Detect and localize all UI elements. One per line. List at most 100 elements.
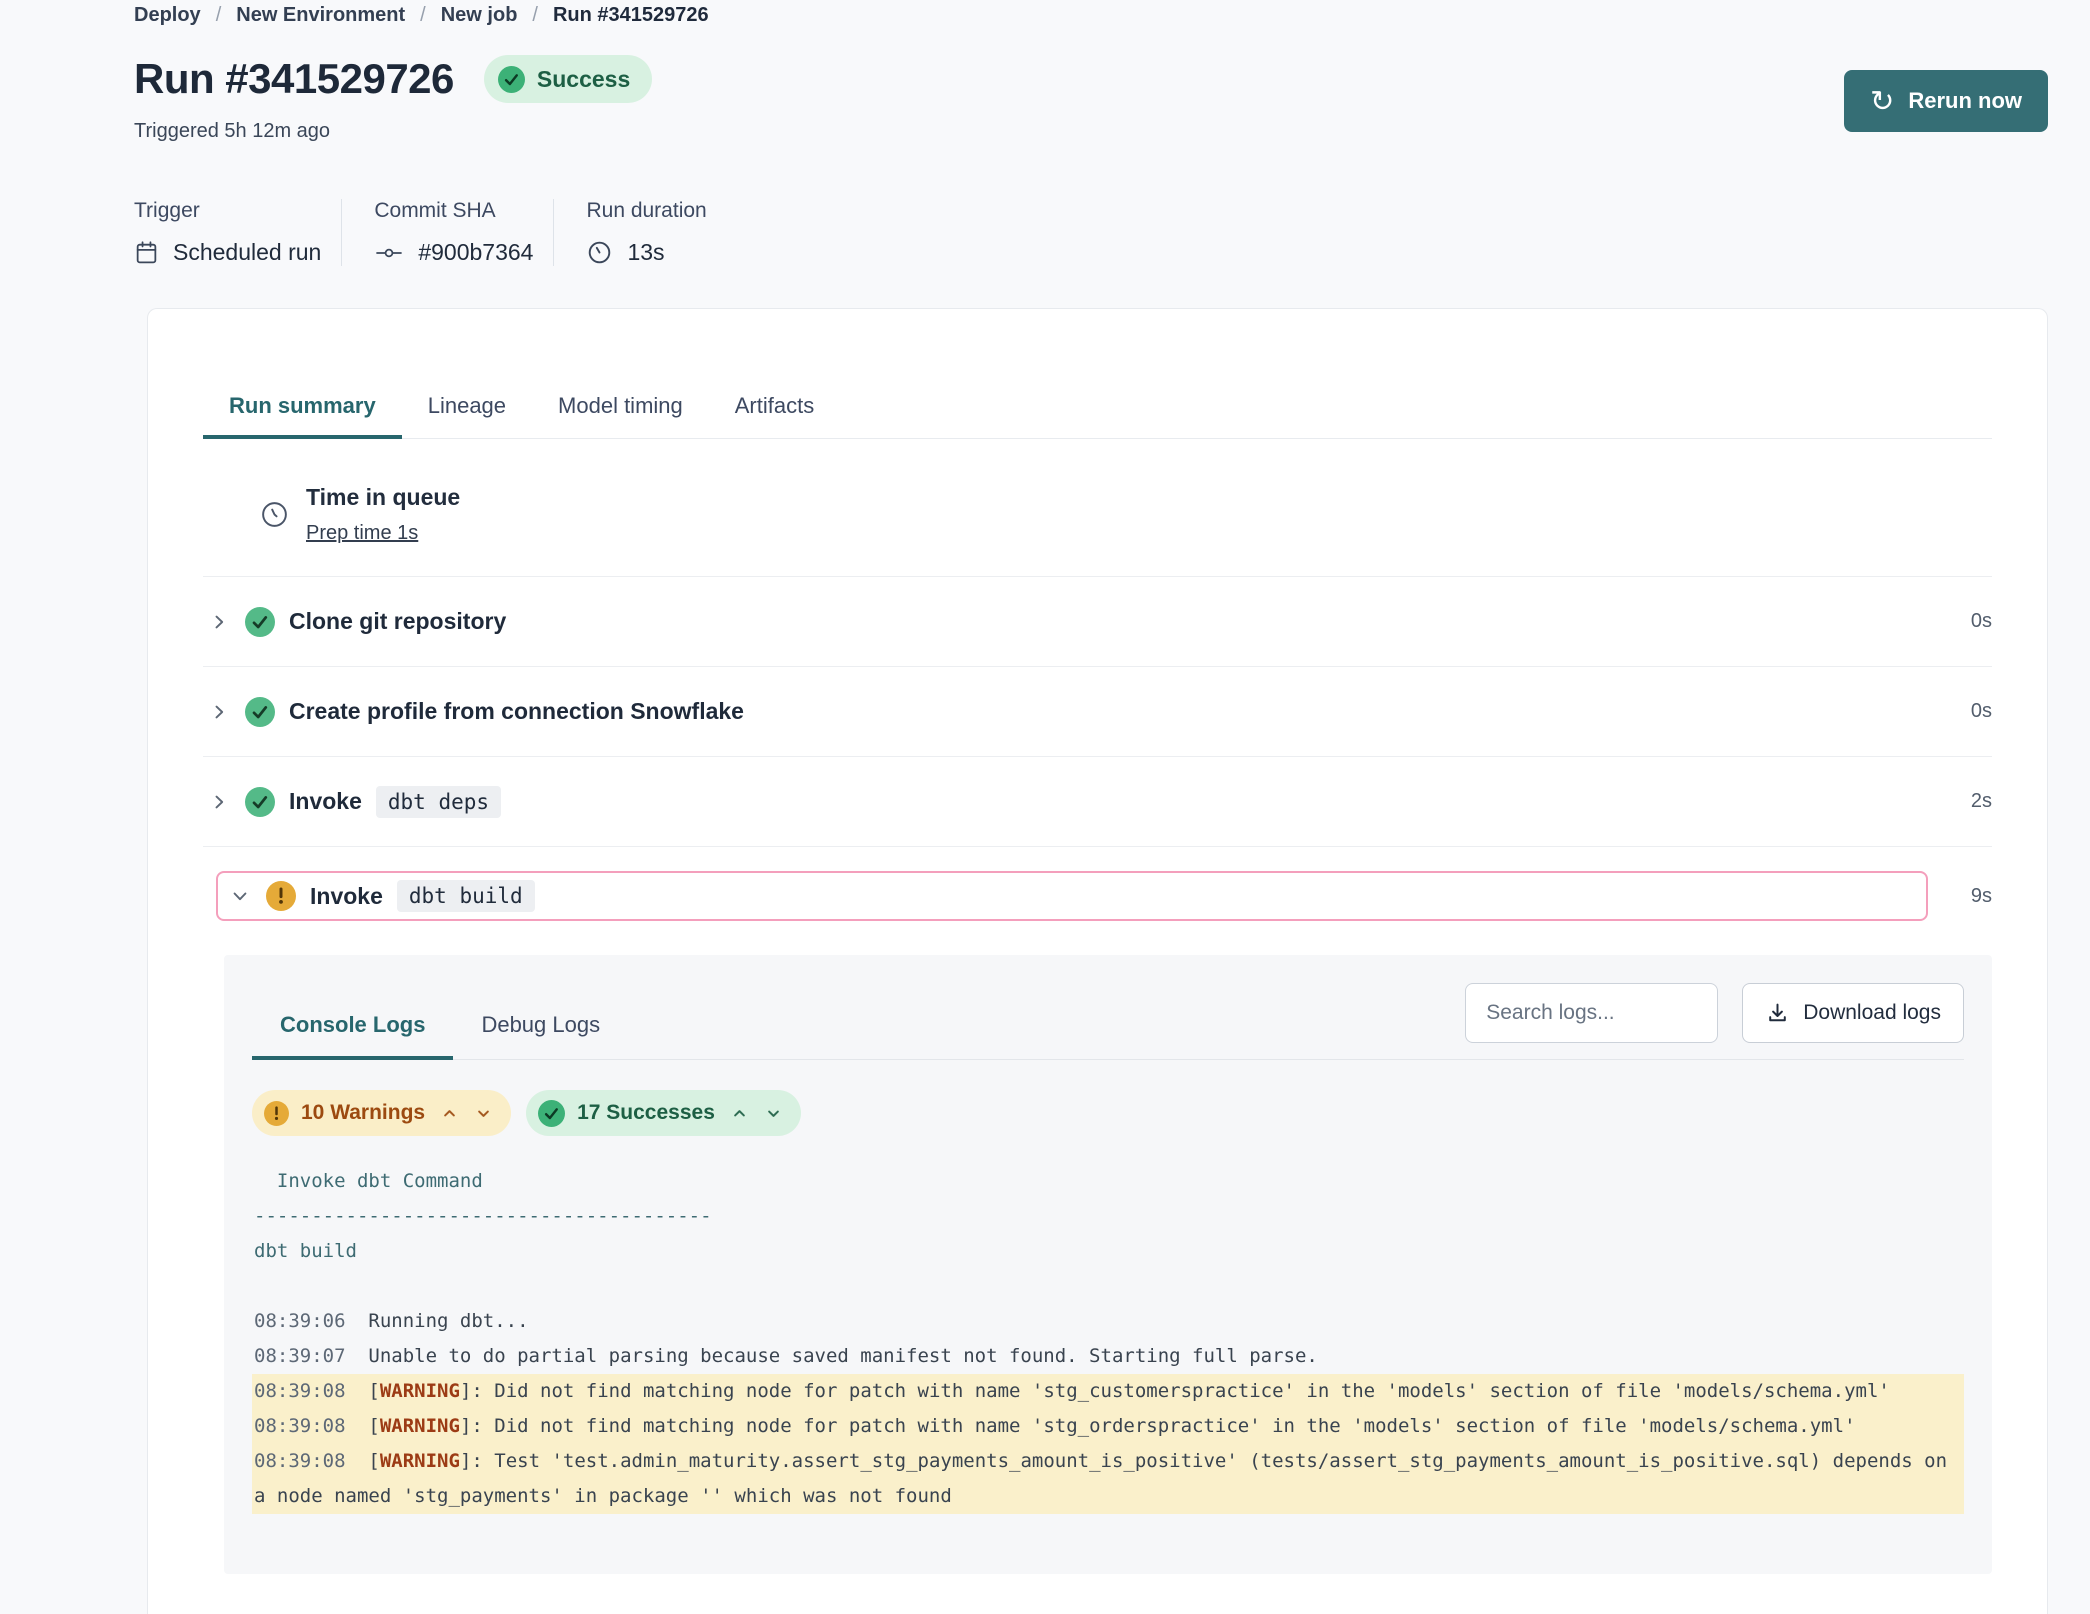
badge-label: 17 Successes — [577, 1101, 715, 1125]
breadcrumb: Deploy/New Environment/New job/Run #3415… — [134, 2, 2048, 28]
meta-commit-sha: Commit SHA#900b7364 — [374, 199, 554, 266]
step-title: Invoke — [310, 883, 383, 910]
prep-time-link[interactable]: Prep time 1s — [306, 520, 418, 546]
warning-pill-icon — [264, 1101, 289, 1126]
log-line: dbt build — [252, 1234, 1964, 1269]
step-row: Create profile from connection Snowflake… — [203, 667, 1992, 757]
step-box[interactable]: Invokedbt deps — [203, 786, 1928, 818]
caret-down-icon[interactable] — [764, 1104, 783, 1123]
warning-token: WARNING — [380, 1380, 460, 1402]
commit-icon — [374, 241, 404, 265]
log-line: 08:39:08 [WARNING]: Did not find matchin… — [252, 1374, 1964, 1409]
page-title: Run #341529726 — [134, 54, 454, 104]
log-message: Running dbt... — [368, 1310, 528, 1332]
tab-lineage[interactable]: Lineage — [402, 377, 532, 439]
refresh-icon: ↻ — [1870, 87, 1894, 116]
log-line: 08:39:06 Running dbt... — [252, 1304, 1964, 1339]
badge-label: 10 Warnings — [301, 1101, 425, 1125]
log-timestamp: 08:39:07 — [254, 1345, 346, 1367]
run-card: Run summaryLineageModel timingArtifacts … — [147, 308, 2048, 1614]
step-duration: 0s — [1928, 700, 1992, 723]
tab-model-timing[interactable]: Model timing — [532, 377, 709, 439]
tab-debug-logs[interactable]: Debug Logs — [453, 998, 628, 1060]
step-title: Clone git repository — [289, 608, 506, 635]
tab-artifacts[interactable]: Artifacts — [709, 377, 840, 439]
rerun-now-label: Rerun now — [1908, 88, 2022, 114]
step-title: Create profile from connection Snowflake — [289, 698, 744, 725]
meta-value-text: Scheduled run — [173, 239, 321, 266]
log-line: Invoke dbt Command — [252, 1164, 1964, 1199]
caret-up-icon[interactable] — [730, 1104, 749, 1123]
run-tabs: Run summaryLineageModel timingArtifacts — [203, 377, 1992, 439]
meta-value-text: 13s — [627, 239, 664, 266]
time-in-queue-section: Time in queue Prep time 1s — [203, 439, 1992, 577]
step-command-chip: dbt build — [397, 880, 535, 912]
check-circle-icon — [245, 697, 275, 727]
console-header: Console LogsDebug Logs Download logs — [252, 983, 1964, 1060]
search-logs-input[interactable] — [1465, 983, 1718, 1043]
log-output: Invoke dbt Command----------------------… — [252, 1164, 1964, 1514]
meta-label: Run duration — [586, 199, 726, 223]
queue-title: Time in queue — [306, 483, 460, 512]
status-badge: Success — [484, 55, 652, 103]
status-badge-label: Success — [537, 66, 630, 93]
step-row: Invoke dbt build 9s — [203, 847, 1992, 921]
step-row: Invokedbt deps2s — [203, 757, 1992, 847]
chevron-right-icon[interactable] — [209, 792, 229, 812]
triggered-text: Triggered 5h 12m ago — [134, 120, 652, 143]
download-logs-button[interactable]: Download logs — [1742, 983, 1964, 1043]
step-duration: 0s — [1928, 610, 1992, 633]
step-box[interactable]: Clone git repository — [203, 607, 1928, 637]
run-detail-page: Deploy/New Environment/New job/Run #3415… — [0, 0, 2090, 1614]
check-circle-icon — [245, 787, 275, 817]
successes-badge[interactable]: 17 Successes — [526, 1090, 801, 1136]
console-actions: Download logs — [1465, 983, 1964, 1059]
breadcrumb-item-run-341529726: Run #341529726 — [553, 2, 709, 28]
warning-token: WARNING — [380, 1450, 460, 1472]
meta-run-duration: Run duration 13s — [586, 199, 746, 266]
warning-token: WARNING — [380, 1415, 460, 1437]
breadcrumb-item-deploy[interactable]: Deploy — [134, 2, 201, 28]
chevron-right-icon[interactable] — [209, 702, 229, 722]
step-box-expanded[interactable]: Invoke dbt build — [216, 871, 1928, 921]
tab-run-summary[interactable]: Run summary — [203, 377, 402, 439]
console-panel: Console LogsDebug Logs Download logs 10 … — [224, 955, 1992, 1574]
queue-clock-icon — [259, 483, 290, 546]
warning-circle-icon — [266, 881, 296, 911]
log-message: Did not find matching node for patch wit… — [494, 1415, 1855, 1437]
caret-up-icon[interactable] — [440, 1104, 459, 1123]
log-message: Test 'test.admin_maturity.assert_stg_pay… — [254, 1450, 1958, 1507]
console-tabs: Console LogsDebug Logs — [252, 998, 628, 1059]
step-title: Invoke — [289, 788, 362, 815]
warnings-badge[interactable]: 10 Warnings — [252, 1090, 511, 1136]
check-circle-icon — [245, 607, 275, 637]
calendar-icon — [134, 239, 159, 266]
step-duration: 9s — [1928, 885, 1992, 908]
run-meta: TriggerScheduled runCommit SHA#900b7364R… — [134, 199, 2048, 266]
step-row: Clone git repository 0s — [203, 577, 1992, 667]
step-duration: 2s — [1928, 790, 1992, 813]
breadcrumb-item-new-environment[interactable]: New Environment — [236, 2, 405, 28]
log-line: 08:39:07 Unable to do partial parsing be… — [252, 1339, 1964, 1374]
tab-console-logs[interactable]: Console Logs — [252, 998, 453, 1060]
log-message: Did not find matching node for patch wit… — [494, 1380, 1890, 1402]
breadcrumb-separator: / — [420, 2, 426, 28]
caret-down-icon[interactable] — [474, 1104, 493, 1123]
run-header: Run #341529726 Success Triggered 5h 12m … — [134, 54, 2048, 143]
rerun-now-button[interactable]: ↻ Rerun now — [1844, 70, 2048, 132]
clock-icon — [586, 239, 613, 266]
chevron-right-icon[interactable] — [209, 612, 229, 632]
log-line: 08:39:08 [WARNING]: Did not find matchin… — [252, 1409, 1964, 1444]
success-check-icon — [498, 66, 525, 93]
log-timestamp: 08:39:08 — [254, 1450, 346, 1472]
log-line: 08:39:08 [WARNING]: Test 'test.admin_mat… — [252, 1444, 1964, 1514]
step-box[interactable]: Create profile from connection Snowflake — [203, 697, 1928, 727]
breadcrumb-separator: / — [216, 2, 222, 28]
success-pill-icon — [538, 1100, 565, 1127]
steps-list: Clone git repository0sCreate profile fro… — [203, 577, 1992, 921]
breadcrumb-item-new-job[interactable]: New job — [441, 2, 518, 28]
chevron-down-icon[interactable] — [230, 886, 250, 906]
log-line — [252, 1269, 1964, 1304]
log-timestamp: 08:39:08 — [254, 1415, 346, 1437]
log-timestamp: 08:39:08 — [254, 1380, 346, 1402]
